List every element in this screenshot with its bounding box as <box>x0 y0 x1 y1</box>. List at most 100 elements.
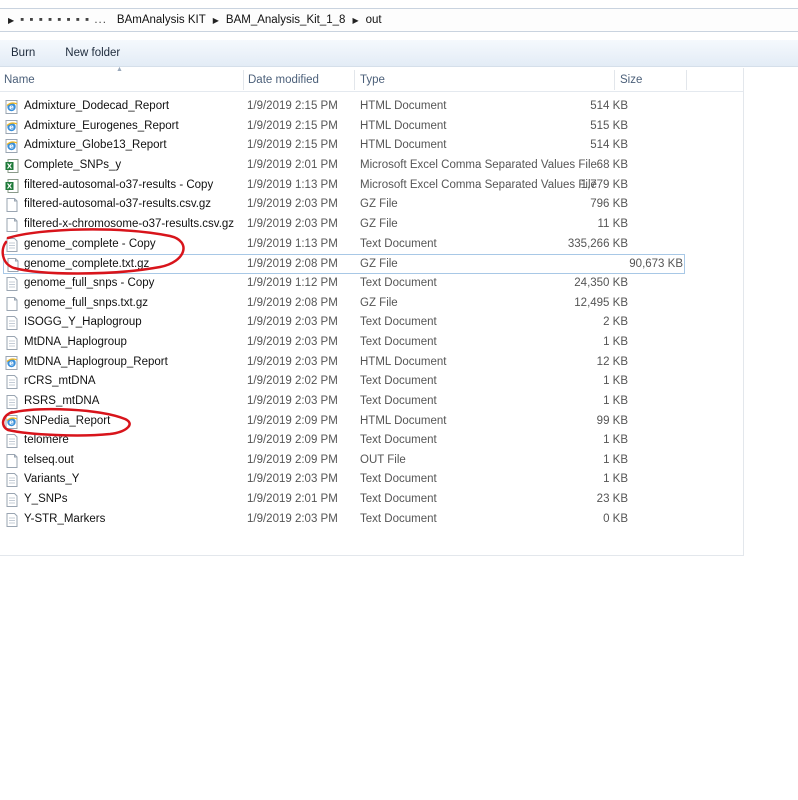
column-header: ▲ Name Date modified Type Size <box>0 66 744 92</box>
file-name: SNPedia_Report <box>24 414 111 427</box>
file-size: 796 KB <box>590 198 628 211</box>
file-name: filtered-autosomal-o37-results - Copy <box>24 178 214 191</box>
svg-text:X: X <box>7 182 13 190</box>
breadcrumb-item-bam-analysis-kit[interactable]: BAM_Analysis_Kit_1_8 <box>226 14 346 26</box>
ie-html-icon: e <box>5 355 19 370</box>
file-date-modified: 1/9/2019 2:15 PM <box>247 100 338 112</box>
file-size: 1 KB <box>603 434 628 447</box>
burn-button[interactable]: Burn <box>4 44 42 62</box>
file-row[interactable]: filtered-x-chromosome-o37-results.csv.gz… <box>0 215 744 235</box>
file-row[interactable]: genome_complete.txt.gz 1/9/2019 2:08 PM GZ… <box>3 254 685 274</box>
new-folder-button[interactable]: New folder <box>58 44 127 62</box>
column-header-name[interactable]: Name <box>0 68 243 92</box>
file-row[interactable]: filtered-autosomal-o37-results.csv.gz 1/9… <box>0 195 744 215</box>
file-date-modified: 1/9/2019 2:02 PM <box>247 375 338 388</box>
column-header-size[interactable]: Size <box>616 68 686 92</box>
generic-file-icon <box>5 453 19 468</box>
svg-text:e: e <box>9 143 14 151</box>
file-row[interactable]: genome_complete - Copy 1/9/2019 1:13 PM Te… <box>0 235 744 255</box>
ie-html-icon: e <box>5 119 19 134</box>
file-date-modified: 1/9/2019 2:09 PM <box>247 434 338 447</box>
file-row[interactable]: genome_full_snps.txt.gz 1/9/2019 2:08 PM G… <box>0 294 744 314</box>
file-size: 24,350 KB <box>574 276 628 289</box>
breadcrumb-item-bamanalysis-kit[interactable]: BAmAnalysis KIT <box>117 14 206 26</box>
file-name: filtered-x-chromosome-o37-results.csv.gz <box>24 217 235 230</box>
pane-border <box>0 555 744 556</box>
breadcrumb-redacted[interactable]: ▪ ▪ ▪ ▪ ▪ ▪ ▪ ▪ ... <box>20 14 107 26</box>
file-type: Microsoft Excel Comma Separated Values F… <box>360 178 597 191</box>
file-row[interactable]: MtDNA_Haplogroup 1/9/2019 2:03 PM Text Doc… <box>0 333 744 353</box>
file-type: GZ File <box>360 258 398 271</box>
file-row[interactable]: e MtDNA_Haplogroup_Report 1/9/2019 2:03 PM… <box>0 353 744 373</box>
file-row[interactable]: genome_full_snps - Copy 1/9/2019 1:12 PM T… <box>0 274 744 294</box>
file-type: HTML Document <box>360 100 447 112</box>
file-date-modified: 1/9/2019 2:08 PM <box>247 296 338 309</box>
file-name: MtDNA_Haplogroup <box>24 335 127 348</box>
file-row[interactable]: rCRS_mtDNA 1/9/2019 2:02 PM Text Document 1… <box>0 372 744 392</box>
file-type: Microsoft Excel Comma Separated Values F… <box>360 158 597 171</box>
file-date-modified: 1/9/2019 2:03 PM <box>247 198 338 211</box>
file-size: 2 KB <box>603 316 628 329</box>
generic-file-icon <box>5 217 19 232</box>
file-date-modified: 1/9/2019 1:13 PM <box>247 178 338 191</box>
file-row[interactable]: X Complete_SNPs_y 1/9/2019 2:01 PM Microsof… <box>0 156 744 176</box>
file-type: Text Document <box>360 375 437 388</box>
file-size: 1 KB <box>603 453 628 466</box>
file-size: 1 KB <box>603 394 628 407</box>
file-row[interactable]: telseq.out 1/9/2019 2:09 PM OUT File 1 KB <box>0 451 744 471</box>
file-name: filtered-autosomal-o37-results.csv.gz <box>24 198 212 211</box>
column-divider[interactable] <box>614 70 615 90</box>
file-row[interactable]: e Admixture_Eurogenes_Report 1/9/2019 2:15… <box>0 117 744 137</box>
svg-text:e: e <box>9 104 14 112</box>
file-type: Text Document <box>360 512 437 525</box>
file-date-modified: 1/9/2019 1:13 PM <box>247 237 338 250</box>
file-size: 335,266 KB <box>567 237 628 250</box>
file-type: Text Document <box>360 335 437 348</box>
generic-file-icon <box>5 198 19 213</box>
column-header-date[interactable]: Date modified <box>244 68 354 92</box>
file-date-modified: 1/9/2019 2:01 PM <box>247 493 338 506</box>
breadcrumb-item-out[interactable]: out <box>366 14 382 26</box>
file-row[interactable]: e SNPedia_Report 1/9/2019 2:09 PM HTML Docu… <box>0 412 744 432</box>
file-row[interactable]: e Admixture_Globe13_Report 1/9/2019 2:15 P… <box>0 136 744 156</box>
file-type: GZ File <box>360 198 398 211</box>
file-row[interactable]: telomere 1/9/2019 2:09 PM Text Document 1 K… <box>0 431 744 451</box>
file-type: OUT File <box>360 453 406 466</box>
file-row[interactable]: Y_SNPs 1/9/2019 2:01 PM Text Document 23 KB <box>0 490 744 510</box>
file-type: Text Document <box>360 394 437 407</box>
file-date-modified: 1/9/2019 2:03 PM <box>247 473 338 486</box>
text-document-icon <box>5 375 19 390</box>
column-divider[interactable] <box>354 70 355 90</box>
file-row[interactable]: Y-STR_Markers 1/9/2019 2:03 PM Text Docume… <box>0 510 744 530</box>
file-size: 515 KB <box>590 119 628 132</box>
breadcrumb-separator-icon[interactable]: ▶ <box>213 16 219 25</box>
file-type: GZ File <box>360 217 398 230</box>
svg-text:e: e <box>9 418 14 426</box>
command-toolbar: Burn New folder <box>0 40 798 67</box>
file-name: RSRS_mtDNA <box>24 394 100 407</box>
file-date-modified: 1/9/2019 2:03 PM <box>247 335 338 348</box>
file-row[interactable]: RSRS_mtDNA 1/9/2019 2:03 PM Text Document 1… <box>0 392 744 412</box>
column-divider[interactable] <box>686 70 687 90</box>
file-date-modified: 1/9/2019 2:03 PM <box>247 316 338 329</box>
file-date-modified: 1/9/2019 2:09 PM <box>247 414 338 427</box>
breadcrumb-root-arrow-icon[interactable]: ▶ <box>8 16 14 25</box>
file-date-modified: 1/9/2019 2:15 PM <box>247 139 338 152</box>
file-row[interactable]: Variants_Y 1/9/2019 2:03 PM Text Document 1… <box>0 470 744 490</box>
file-name: genome_complete.txt.gz <box>24 258 150 271</box>
ie-html-icon: e <box>5 100 19 114</box>
file-row[interactable]: Xfiltered-autosomal-o37-results - Copy 1/… <box>0 176 744 196</box>
address-bar[interactable]: ▶ ▪ ▪ ▪ ▪ ▪ ▪ ▪ ▪ ... BAmAnalysis KIT ▶ … <box>0 8 798 32</box>
file-size: 1,779 KB <box>580 178 628 191</box>
text-document-icon <box>5 473 19 488</box>
file-date-modified: 1/9/2019 2:03 PM <box>247 512 338 525</box>
file-size: 68 KB <box>596 158 628 171</box>
file-name: genome_complete - Copy <box>24 237 156 250</box>
ie-html-icon: e <box>5 139 19 154</box>
file-name: MtDNA_Haplogroup_Report <box>24 355 168 368</box>
file-row[interactable]: ISOGG_Y_Haplogroup 1/9/2019 2:03 PM Text D… <box>0 313 744 333</box>
breadcrumb-separator-icon[interactable]: ▶ <box>352 16 358 25</box>
file-type: HTML Document <box>360 119 447 132</box>
column-header-type[interactable]: Type <box>356 68 614 92</box>
file-row[interactable]: e Admixture_Dodecad_Report 1/9/2019 2:15 P… <box>0 97 744 117</box>
